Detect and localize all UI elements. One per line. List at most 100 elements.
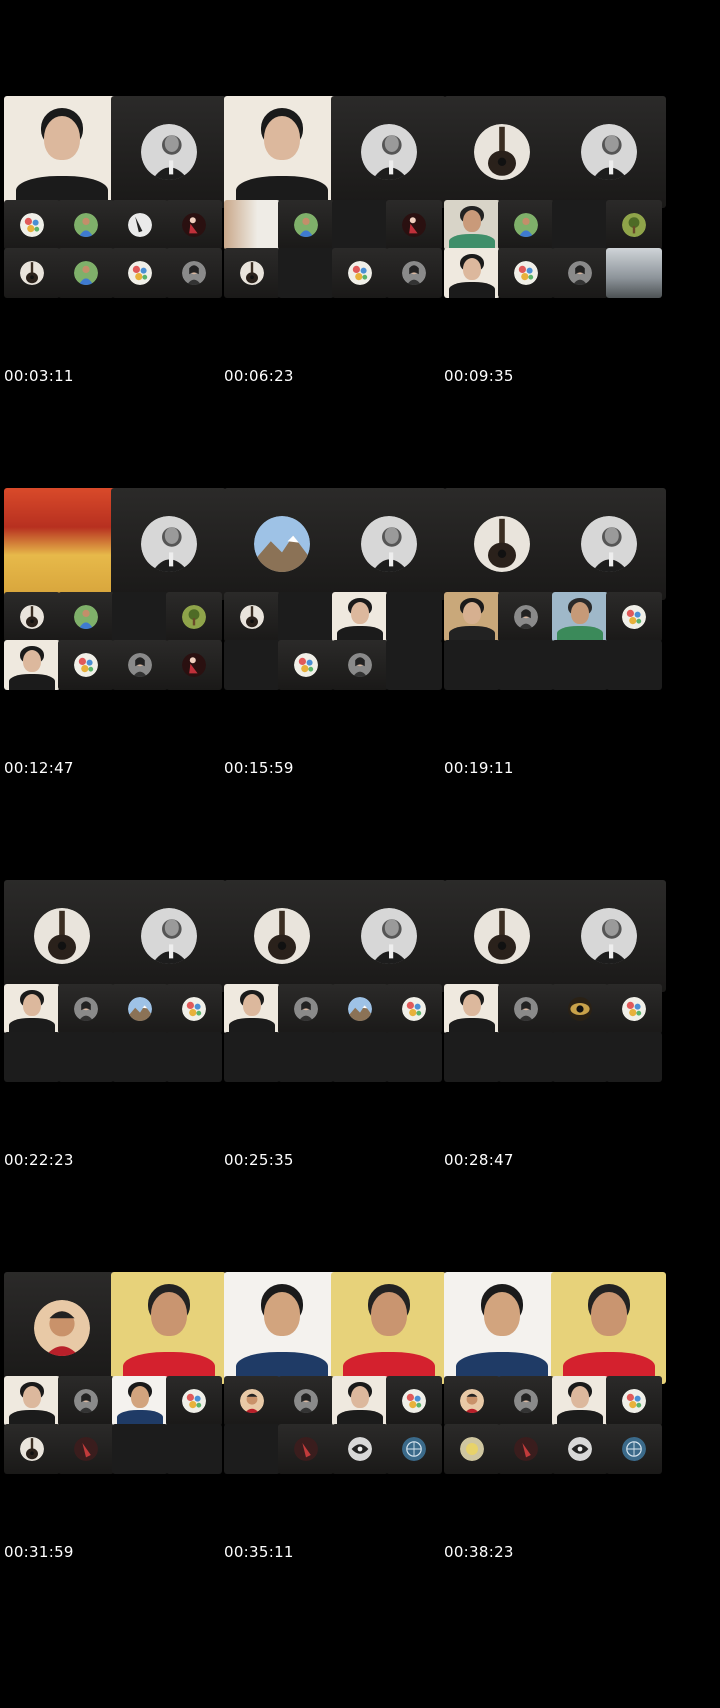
participant-tile-small[interactable] [166,1424,222,1474]
participant-tile-large[interactable] [444,488,559,600]
participant-tile-large[interactable] [111,880,226,992]
participant-tile-large[interactable] [331,488,446,600]
participant-tile-small[interactable] [278,984,334,1034]
participant-tile-small[interactable] [4,248,60,298]
participant-tile-large[interactable] [111,488,226,600]
participant-tile-small[interactable] [224,248,280,298]
participant-tile-small[interactable] [498,1032,554,1082]
participant-tile-small[interactable] [166,1032,222,1082]
participant-tile-large[interactable] [444,96,559,208]
participant-tile-small[interactable] [498,1376,554,1426]
participant-tile-small[interactable] [278,200,334,250]
participant-tile-small[interactable] [224,640,280,690]
participant-tile-small[interactable] [552,248,608,298]
participant-tile-small[interactable] [278,592,334,642]
participant-tile-small[interactable] [166,592,222,642]
participant-tile-small[interactable] [606,640,662,690]
participant-tile-small[interactable] [552,984,608,1034]
participant-tile-large[interactable] [331,1272,446,1384]
participant-tile-large[interactable] [551,880,666,992]
participant-tile-small[interactable] [278,248,334,298]
participant-tile-small[interactable] [112,1376,168,1426]
participant-tile-small[interactable] [332,1424,388,1474]
participant-tile-small[interactable] [166,640,222,690]
participant-tile-small[interactable] [278,1376,334,1426]
participant-tile-small[interactable] [498,1424,554,1474]
participant-tile-small[interactable] [224,200,280,250]
participant-tile-small[interactable] [498,640,554,690]
participant-tile-small[interactable] [606,1424,662,1474]
participant-tile-small[interactable] [166,248,222,298]
participant-tile-small[interactable] [332,984,388,1034]
participant-tile-small[interactable] [58,200,114,250]
participant-tile-small[interactable] [444,200,500,250]
participant-tile-small[interactable] [224,1424,280,1474]
participant-tile-large[interactable] [111,96,226,208]
participant-tile-large[interactable] [224,1272,339,1384]
participant-tile-small[interactable] [552,640,608,690]
participant-tile-small[interactable] [166,200,222,250]
participant-tile-small[interactable] [332,1376,388,1426]
participant-tile-small[interactable] [58,640,114,690]
participant-tile-small[interactable] [4,640,60,690]
participant-tile-large[interactable] [224,96,339,208]
participant-tile-small[interactable] [386,640,442,690]
participant-tile-small[interactable] [386,200,442,250]
participant-tile-small[interactable] [224,1376,280,1426]
participant-tile-small[interactable] [606,200,662,250]
participant-tile-small[interactable] [444,984,500,1034]
participant-tile-large[interactable] [4,1272,119,1384]
participant-tile-small[interactable] [58,248,114,298]
participant-tile-large[interactable] [224,488,339,600]
participant-tile-small[interactable] [606,592,662,642]
participant-tile-small[interactable] [444,1376,500,1426]
participant-tile-small[interactable] [58,1376,114,1426]
participant-tile-large[interactable] [331,96,446,208]
participant-tile-small[interactable] [332,592,388,642]
participant-tile-large[interactable] [4,96,119,208]
participant-tile-small[interactable] [606,984,662,1034]
participant-tile-large[interactable] [551,1272,666,1384]
participant-tile-large[interactable] [224,880,339,992]
participant-tile-small[interactable] [112,984,168,1034]
participant-tile-small[interactable] [386,248,442,298]
participant-tile-small[interactable] [332,640,388,690]
participant-tile-small[interactable] [58,592,114,642]
participant-tile-small[interactable] [224,984,280,1034]
participant-tile-small[interactable] [498,984,554,1034]
participant-tile-small[interactable] [498,592,554,642]
participant-tile-small[interactable] [498,248,554,298]
participant-tile-small[interactable] [606,1376,662,1426]
participant-tile-large[interactable] [111,1272,226,1384]
participant-tile-small[interactable] [332,1032,388,1082]
participant-tile-small[interactable] [386,984,442,1034]
participant-tile-small[interactable] [112,200,168,250]
participant-tile-large[interactable] [4,880,119,992]
participant-tile-small[interactable] [112,592,168,642]
participant-tile-large[interactable] [444,1272,559,1384]
participant-tile-large[interactable] [331,880,446,992]
participant-tile-small[interactable] [386,1032,442,1082]
participant-tile-small[interactable] [166,984,222,1034]
participant-tile-small[interactable] [386,592,442,642]
participant-tile-small[interactable] [112,1424,168,1474]
participant-tile-small[interactable] [278,1032,334,1082]
participant-tile-small[interactable] [58,984,114,1034]
participant-tile-small[interactable] [606,248,662,298]
participant-tile-small[interactable] [552,200,608,250]
participant-tile-large[interactable] [4,488,119,600]
participant-tile-small[interactable] [606,1032,662,1082]
participant-tile-small[interactable] [386,1376,442,1426]
participant-tile-small[interactable] [166,1376,222,1426]
participant-tile-small[interactable] [224,592,280,642]
participant-tile-small[interactable] [4,592,60,642]
participant-tile-small[interactable] [112,248,168,298]
participant-tile-large[interactable] [551,96,666,208]
participant-tile-small[interactable] [332,248,388,298]
participant-tile-small[interactable] [498,200,554,250]
participant-tile-small[interactable] [444,592,500,642]
participant-tile-small[interactable] [552,1032,608,1082]
participant-tile-small[interactable] [4,984,60,1034]
participant-tile-small[interactable] [112,1032,168,1082]
participant-tile-small[interactable] [4,200,60,250]
